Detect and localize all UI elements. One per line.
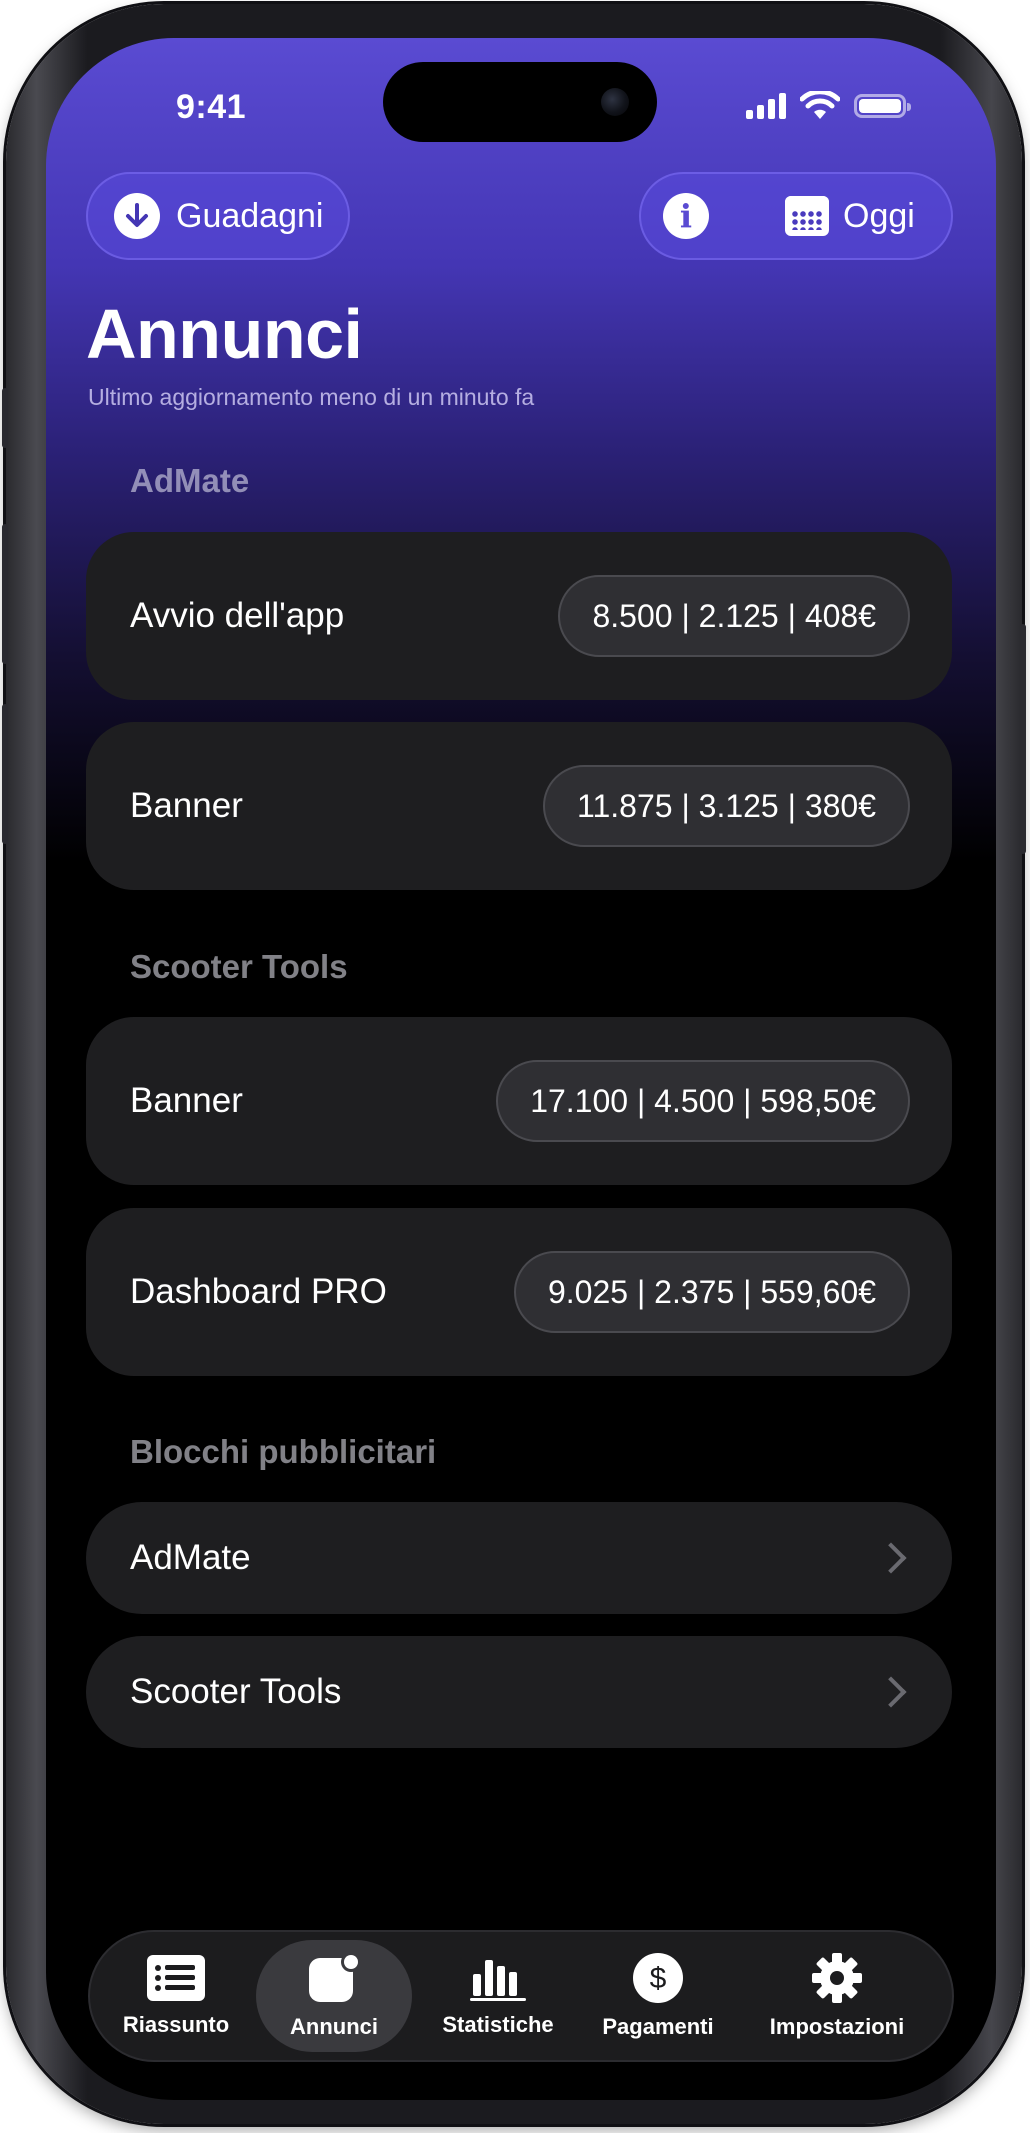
bar-chart-icon [470,1960,526,2001]
ad-unit-link-label: AdMate [130,1538,251,1577]
tab-annunci[interactable]: Annunci [256,1940,412,2052]
ads-icon [309,1952,361,2002]
dollar-icon: $ [633,1953,683,2003]
last-update-text: Ultimo aggiornamento meno di un minuto f… [88,384,535,410]
ad-row-label: Banner [130,1081,243,1120]
list-icon [147,1955,205,2001]
tab-label: Pagamenti [602,2014,714,2039]
screen: 9:41 Guadagni i Oggi Annunci Ultimo aggi… [46,38,996,2100]
ad-unit-link-scooter-tools[interactable]: Scooter Tools [86,1636,952,1748]
tab-statistiche[interactable]: Statistiche [428,1932,568,2060]
phone-frame: 9:41 Guadagni i Oggi Annunci Ultimo aggi… [2,4,1026,2124]
tab-riassunto[interactable]: Riassunto [116,1932,236,2060]
section-title-scooter-tools: Scooter Tools [130,948,348,985]
battery-icon [854,94,911,118]
tab-label: Annunci [290,2014,378,2039]
ad-unit-link-label: Scooter Tools [130,1672,342,1711]
power-button [1020,624,1026,854]
volume-up-button [2,524,8,664]
volume-down-button [2,704,8,844]
earnings-button[interactable]: Guadagni [86,172,350,260]
header-actions: i Oggi [639,172,953,260]
tab-label: Impostazioni [769,2014,905,2039]
ad-row[interactable]: Banner 17.100 | 4.500 | 598,50€ [86,1017,952,1185]
ad-stats-badge: 17.100 | 4.500 | 598,50€ [496,1060,910,1142]
svg-text:$: $ [650,1962,667,1995]
chevron-right-icon [875,1542,907,1574]
tab-label: Riassunto [122,2012,230,2037]
ad-row[interactable]: Banner 11.875 | 3.125 | 380€ [86,722,952,890]
ad-unit-link-admate[interactable]: AdMate [86,1502,952,1614]
ad-row-label: Banner [130,786,243,825]
status-icons [746,91,911,121]
gear-icon [812,1953,862,2003]
earnings-label: Guadagni [176,196,324,235]
ad-stats-badge: 11.875 | 3.125 | 380€ [543,765,910,847]
cellular-signal-icon [746,93,786,119]
section-title-ad-units: Blocchi pubblicitari [130,1433,437,1470]
dynamic-island [383,62,657,142]
ad-row-label: Dashboard PRO [130,1272,387,1311]
tab-label: Statistiche [442,2012,554,2037]
wifi-icon [800,91,840,119]
download-arrow-icon [114,193,160,239]
ad-row[interactable]: Dashboard PRO 9.025 | 2.375 | 559,60€ [86,1208,952,1376]
camera-icon [601,88,629,116]
page-title: Annunci [86,295,363,373]
info-icon[interactable]: i [663,193,709,239]
chevron-right-icon [875,1676,907,1708]
ad-row[interactable]: Avvio dell'app 8.500 | 2.125 | 408€ [86,532,952,700]
ad-stats-badge: 9.025 | 2.375 | 559,60€ [513,1251,910,1333]
status-time: 9:41 [176,88,247,126]
tab-impostazioni[interactable]: Impostazioni [752,1932,922,2060]
today-button[interactable]: Oggi [785,174,915,258]
action-button [2,388,8,448]
tab-bar: Riassunto Annunci Statistiche $ Pagament… [88,1930,954,2062]
calendar-icon [785,196,829,236]
section-title-admate: AdMate [130,462,250,499]
today-label: Oggi [843,196,915,235]
ad-row-label: Avvio dell'app [130,596,345,635]
tab-pagamenti[interactable]: $ Pagamenti [584,1932,732,2060]
ad-stats-badge: 8.500 | 2.125 | 408€ [558,575,910,657]
